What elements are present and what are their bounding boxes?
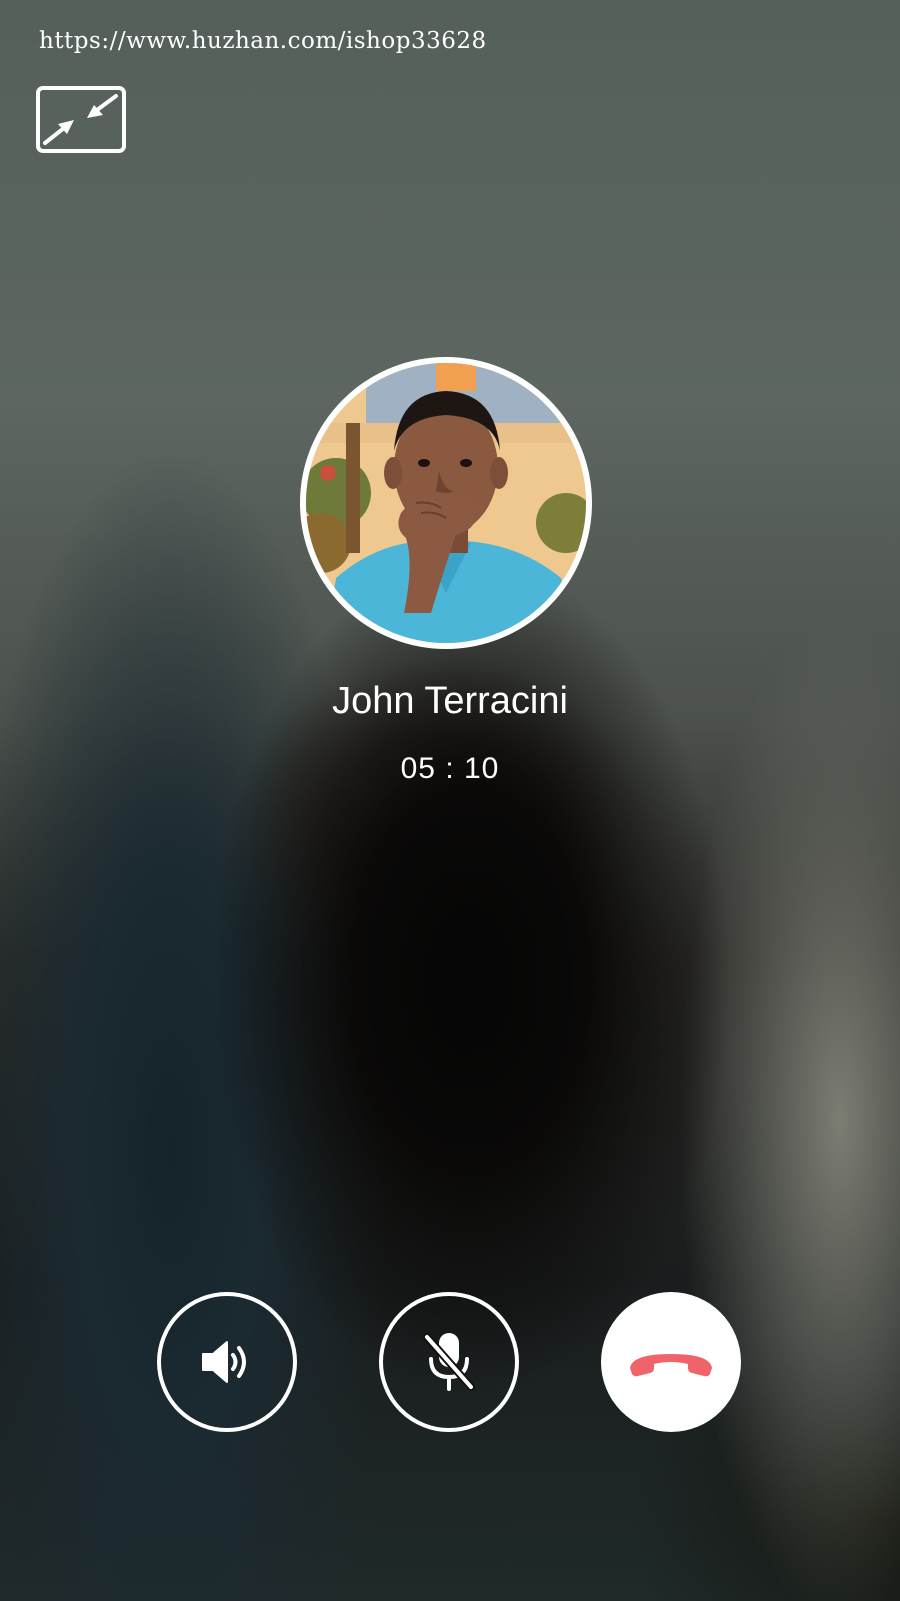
minimize-button[interactable]	[36, 86, 126, 153]
watermark-url: https://www.huzhan.com/ishop33628	[39, 28, 487, 54]
speaker-icon	[202, 1341, 246, 1383]
mic-off-icon	[423, 1333, 475, 1391]
speaker-button[interactable]	[157, 1292, 297, 1432]
hang-up-icon	[630, 1354, 712, 1377]
caller-avatar	[300, 357, 592, 649]
minimize-arrows-icon	[36, 86, 126, 153]
hang-up-button[interactable]	[601, 1292, 741, 1432]
mute-button[interactable]	[379, 1292, 519, 1432]
call-screen: https://www.huzhan.com/ishop33628 John T…	[0, 0, 900, 1601]
caller-photo	[306, 363, 586, 643]
call-timer: 05 : 10	[400, 752, 500, 785]
caller-name: John Terracini	[332, 680, 568, 722]
